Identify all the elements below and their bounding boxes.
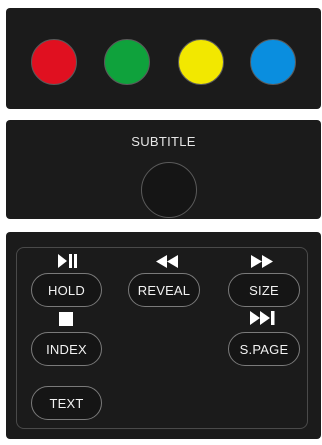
reveal-label: REVEAL — [137, 282, 191, 298]
rewind-icon — [156, 255, 178, 268]
s-page-button[interactable]: S.PAGE — [228, 332, 300, 366]
size-label: SIZE — [249, 282, 279, 298]
green-button[interactable] — [104, 39, 150, 85]
skip-next-icon — [250, 311, 275, 325]
yellow-button[interactable] — [178, 39, 224, 85]
size-button[interactable]: SIZE — [228, 273, 300, 307]
index-label: INDEX — [46, 341, 87, 357]
teletext-panel: HOLD REVEAL SIZE INDEX S.PAGE TEXT — [6, 232, 321, 439]
blue-button[interactable] — [250, 39, 296, 85]
text-label: TEXT — [49, 395, 84, 411]
subtitle-panel: SUBTITLE — [6, 120, 321, 219]
color-buttons-panel — [6, 8, 321, 109]
play-pause-icon — [58, 254, 77, 268]
subtitle-button[interactable] — [141, 162, 197, 218]
hold-button[interactable]: HOLD — [31, 273, 102, 307]
reveal-button[interactable]: REVEAL — [128, 273, 200, 307]
hold-label: HOLD — [48, 282, 85, 298]
subtitle-label: SUBTITLE — [131, 134, 196, 149]
text-button[interactable]: TEXT — [31, 386, 102, 420]
fast-forward-icon — [251, 255, 273, 268]
index-button[interactable]: INDEX — [31, 332, 102, 366]
red-button[interactable] — [31, 39, 77, 85]
stop-icon — [59, 312, 73, 326]
s-page-label: S.PAGE — [239, 341, 289, 357]
